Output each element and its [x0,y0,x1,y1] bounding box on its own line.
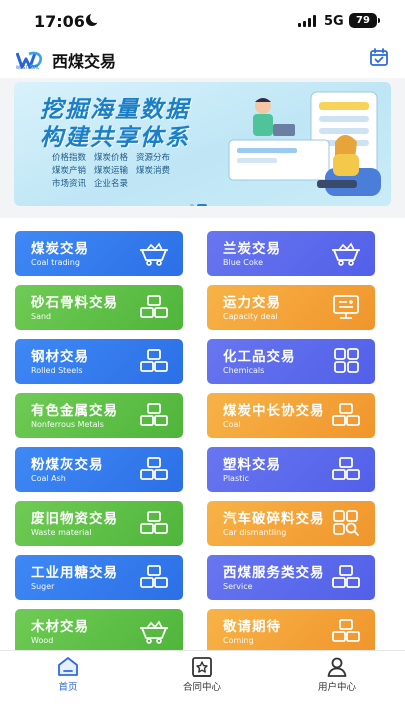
carousel-indicator [190,195,210,206]
banner-tags: 价格指数 煤炭价格 资源分布 煤炭产销 煤炭运输 煤炭消费 市场资讯 企业名录 [52,152,212,191]
stacked-blocks-icon [332,565,360,588]
tile-subtitle: Coal Ash [31,474,66,483]
tile-subtitle: Suger [31,582,55,591]
tile-title: 敬请期待 [223,619,281,635]
tile-title: 木材交易 [31,619,89,635]
category-grid: 煤炭交易 Coal trading 兰炭交易 Blue Coke 砂石骨料交易 … [0,218,405,650]
tile-subtitle: Sand [31,312,52,321]
stacked-blocks-icon [140,295,168,318]
tile-title: 钢材交易 [31,349,89,365]
contract-star-icon [192,657,212,677]
logo-text: WESTCOAL [16,65,40,70]
tile-waste-material[interactable]: 废旧物资交易 Waste material [15,501,183,546]
banner-tag: 煤炭价格 [94,153,129,163]
tile-wood[interactable]: 木材交易 Wood [15,609,183,650]
tile-coal-ash[interactable]: 粉煤灰交易 Coal Ash [15,447,183,492]
stacked-blocks-icon [140,565,168,588]
tile-coming-soon[interactable]: 敬请期待 Coming [207,609,375,650]
moon-icon [86,12,101,26]
tile-title: 砂石骨料交易 [31,295,118,311]
tile-service[interactable]: 西煤服务类交易 Service [207,555,375,600]
battery-icon: 79 [349,13,380,28]
tile-subtitle: Chemicals [223,366,265,375]
tile-title: 工业用糖交易 [31,565,118,581]
banner-tag: 煤炭消费 [136,166,171,176]
banner-tag: 市场资讯 [52,179,87,189]
tile-title: 汽车破碎料交易 [223,511,325,527]
tile-subtitle: Rolled Steels [31,366,83,375]
banner-tag: 煤炭产销 [52,166,87,176]
tile-industrial-sugar[interactable]: 工业用糖交易 Suger [15,555,183,600]
stacked-blocks-icon [140,403,168,426]
banner-tag: 煤炭运输 [94,166,129,176]
tab-label: 用户中心 [317,682,356,693]
tile-subtitle: Nonferrous Metals [31,420,104,429]
tile-plastic[interactable]: 塑料交易 Plastic [207,447,375,492]
coal-cart-icon [140,242,168,266]
tile-sand[interactable]: 砂石骨料交易 Sand [15,285,183,330]
status-bar: 17:06 5G 79 [0,0,405,40]
tile-blue-coke[interactable]: 兰炭交易 Blue Coke [207,231,375,276]
tile-subtitle: Coal trading [31,258,80,267]
tile-title: 煤炭交易 [31,241,89,257]
banner-tag: 价格指数 [52,153,87,163]
tab-label: 合同中心 [182,682,221,693]
tile-title: 化工品交易 [223,349,296,365]
tile-subtitle: Wood [31,636,54,645]
tile-nonferrous-metals[interactable]: 有色金属交易 Nonferrous Metals [15,393,183,438]
dispatch-panel-icon [333,295,359,319]
signal-icon [298,15,318,27]
banner-tag: 企业名录 [94,179,129,189]
tile-title: 粉煤灰交易 [31,457,104,473]
coal-cart-icon [140,620,168,644]
tile-subtitle: Blue Coke [223,258,263,267]
app-title: 西煤交易 [52,52,117,71]
tile-title: 有色金属交易 [31,403,118,419]
westcoal-logo-icon [16,51,42,69]
user-icon [327,657,347,677]
tab-label: 首页 [58,682,78,693]
tile-subtitle: Waste material [31,528,92,537]
tile-title: 西煤服务类交易 [223,565,325,581]
tile-subtitle: Plastic [223,474,249,483]
tile-subtitle: Car dismantling [223,528,287,537]
tile-rolled-steels[interactable]: 钢材交易 Rolled Steels [15,339,183,384]
stacked-blocks-icon [332,619,360,642]
home-icon [58,657,78,676]
stacked-blocks-icon [332,457,360,480]
calendar-icon[interactable] [369,47,389,67]
tab-contract-center[interactable]: 合同中心 [162,651,242,701]
banner-headline-2: 构建共享体系 [40,125,190,151]
tile-chemicals[interactable]: 化工品交易 Chemicals [207,339,375,384]
tile-car-dismantling[interactable]: 汽车破碎料交易 Car dismantling [207,501,375,546]
app-header: WESTCOAL 西煤交易 [0,40,405,78]
tile-title: 兰炭交易 [223,241,281,257]
network-type: 5G [324,14,344,29]
coal-cart-icon [332,242,360,266]
stacked-blocks-icon [140,349,168,372]
tile-title: 煤炭中长协交易 [223,403,325,419]
stacked-blocks-icon [140,457,168,480]
tile-subtitle: Service [223,582,253,591]
tab-home[interactable]: 首页 [28,651,108,701]
banner-illustration [228,91,381,196]
status-time: 17:06 [34,12,85,31]
tile-title: 运力交易 [223,295,281,311]
tile-subtitle: Capacity deal [223,312,278,321]
tile-capacity-deal[interactable]: 运力交易 Capacity deal [207,285,375,330]
bottom-tab-bar: 首页 合同中心 用户中心 [0,650,405,720]
promo-banner[interactable]: 挖掘海量数据 构建共享体系 价格指数 煤炭价格 资源分布 煤炭产销 煤炭运输 煤炭消费 … [14,82,391,206]
tab-user-center[interactable]: 用户中心 [297,651,377,701]
grid-squares-icon [334,348,359,373]
tile-title: 塑料交易 [223,457,281,473]
tile-title: 废旧物资交易 [31,511,118,527]
tile-subtitle: Coal [223,420,241,429]
banner-tag: 资源分布 [136,153,171,163]
stacked-blocks-icon [332,403,360,426]
tile-subtitle: Coming [223,636,254,645]
grid-search-icon [333,510,359,536]
stacked-blocks-icon [140,511,168,534]
tile-coal-long-term[interactable]: 煤炭中长协交易 Coal [207,393,375,438]
tile-coal-trading[interactable]: 煤炭交易 Coal trading [15,231,183,276]
